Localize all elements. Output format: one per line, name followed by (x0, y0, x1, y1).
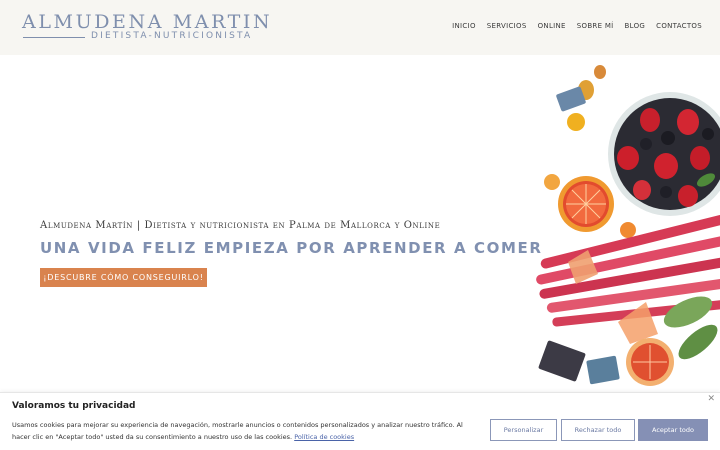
logo-title[interactable]: ALMUDENA MARTIN (22, 11, 272, 33)
hero-heading: UNA VIDA FELIZ EMPIEZA POR APRENDER A CO… (40, 239, 543, 257)
nav-item-online[interactable]: ONLINE (538, 22, 566, 30)
nav-item-contactos[interactable]: CONTACTOS (656, 22, 702, 30)
main-nav: INICIO SERVICIOS ONLINE SOBRE MÍ BLOG CO… (452, 22, 702, 30)
cookie-title: Valoramos tu privacidad (12, 401, 136, 411)
nav-item-blog[interactable]: BLOG (625, 22, 646, 30)
nav-item-sobre-mi[interactable]: SOBRE MÍ (577, 22, 614, 30)
accept-all-button[interactable]: Aceptar todo (638, 419, 708, 441)
nav-item-inicio[interactable]: INICIO (452, 22, 476, 30)
reject-all-button[interactable]: Rechazar todo (561, 419, 635, 441)
hero-tagline: Almudena Martín | Dietista y nutricionis… (40, 220, 441, 231)
cookie-banner: ✕ Valoramos tu privacidad Usamos cookies… (0, 392, 720, 450)
site-header: ALMUDENA MARTIN DIETISTA-NUTRICIONISTA I… (0, 0, 720, 55)
logo-divider (23, 37, 85, 38)
cookie-policy-link[interactable]: Política de cookies (294, 433, 354, 441)
fruit-bowl-photo (536, 65, 720, 386)
close-icon[interactable]: ✕ (707, 393, 715, 404)
nav-item-servicios[interactable]: SERVICIOS (487, 22, 527, 30)
cookie-text: Usamos cookies para mejorar su experienc… (12, 419, 482, 443)
discover-button[interactable]: ¡DESCUBRE CÓMO CONSEGUIRLO! (40, 268, 207, 287)
logo-subtitle[interactable]: DIETISTA-NUTRICIONISTA (91, 31, 252, 41)
cookie-description: Usamos cookies para mejorar su experienc… (12, 421, 463, 441)
customize-button[interactable]: Personalizar (490, 419, 557, 441)
